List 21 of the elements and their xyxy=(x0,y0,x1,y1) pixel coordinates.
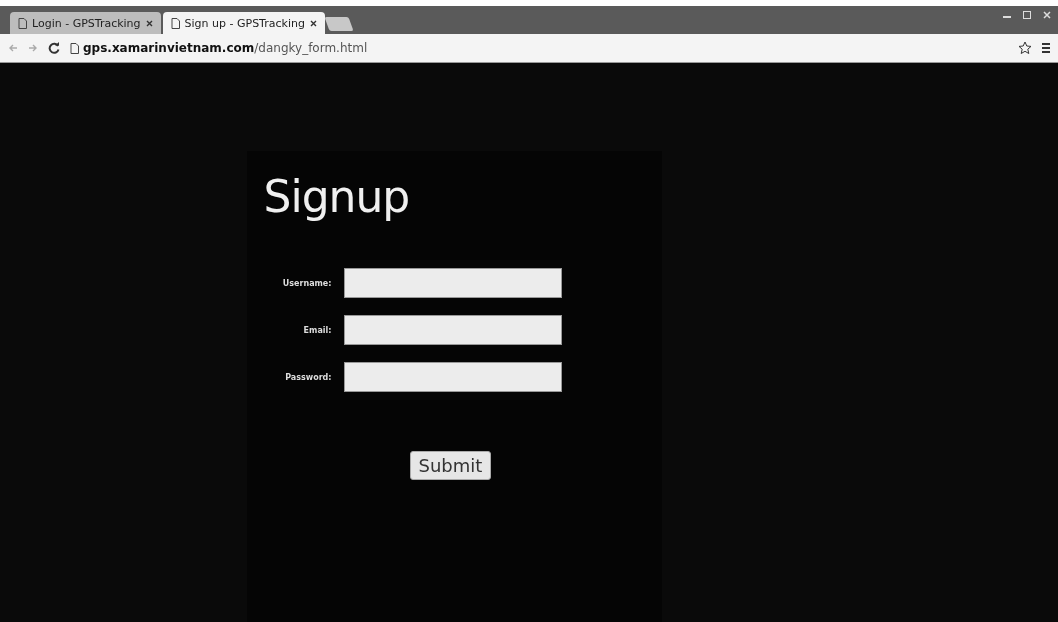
form-title: Signup xyxy=(263,171,411,222)
star-icon[interactable] xyxy=(1018,41,1032,55)
browser-tab[interactable]: Sign up - GPSTracking xyxy=(162,12,325,34)
url-text[interactable]: gps.xamarinvietnam.com/dangky_form.html xyxy=(83,41,368,55)
submit-button[interactable]: Submit xyxy=(409,451,492,480)
browser-tab[interactable]: Login - GPSTracking xyxy=(10,12,161,34)
maximize-icon[interactable] xyxy=(1022,10,1032,20)
close-icon[interactable] xyxy=(309,19,317,27)
field-label: Email: xyxy=(302,325,332,335)
close-icon[interactable] xyxy=(145,19,153,27)
new-tab-button[interactable] xyxy=(324,17,354,31)
input-field[interactable] xyxy=(343,362,562,392)
reload-icon[interactable] xyxy=(48,42,60,54)
page-icon xyxy=(170,17,180,29)
field-label: Username: xyxy=(281,278,332,288)
page-icon xyxy=(70,42,79,54)
page-icon xyxy=(18,17,27,29)
input-field[interactable] xyxy=(343,315,562,345)
menu-icon[interactable] xyxy=(1042,42,1050,54)
field-label: Password: xyxy=(284,372,332,382)
input-field[interactable] xyxy=(343,268,562,298)
